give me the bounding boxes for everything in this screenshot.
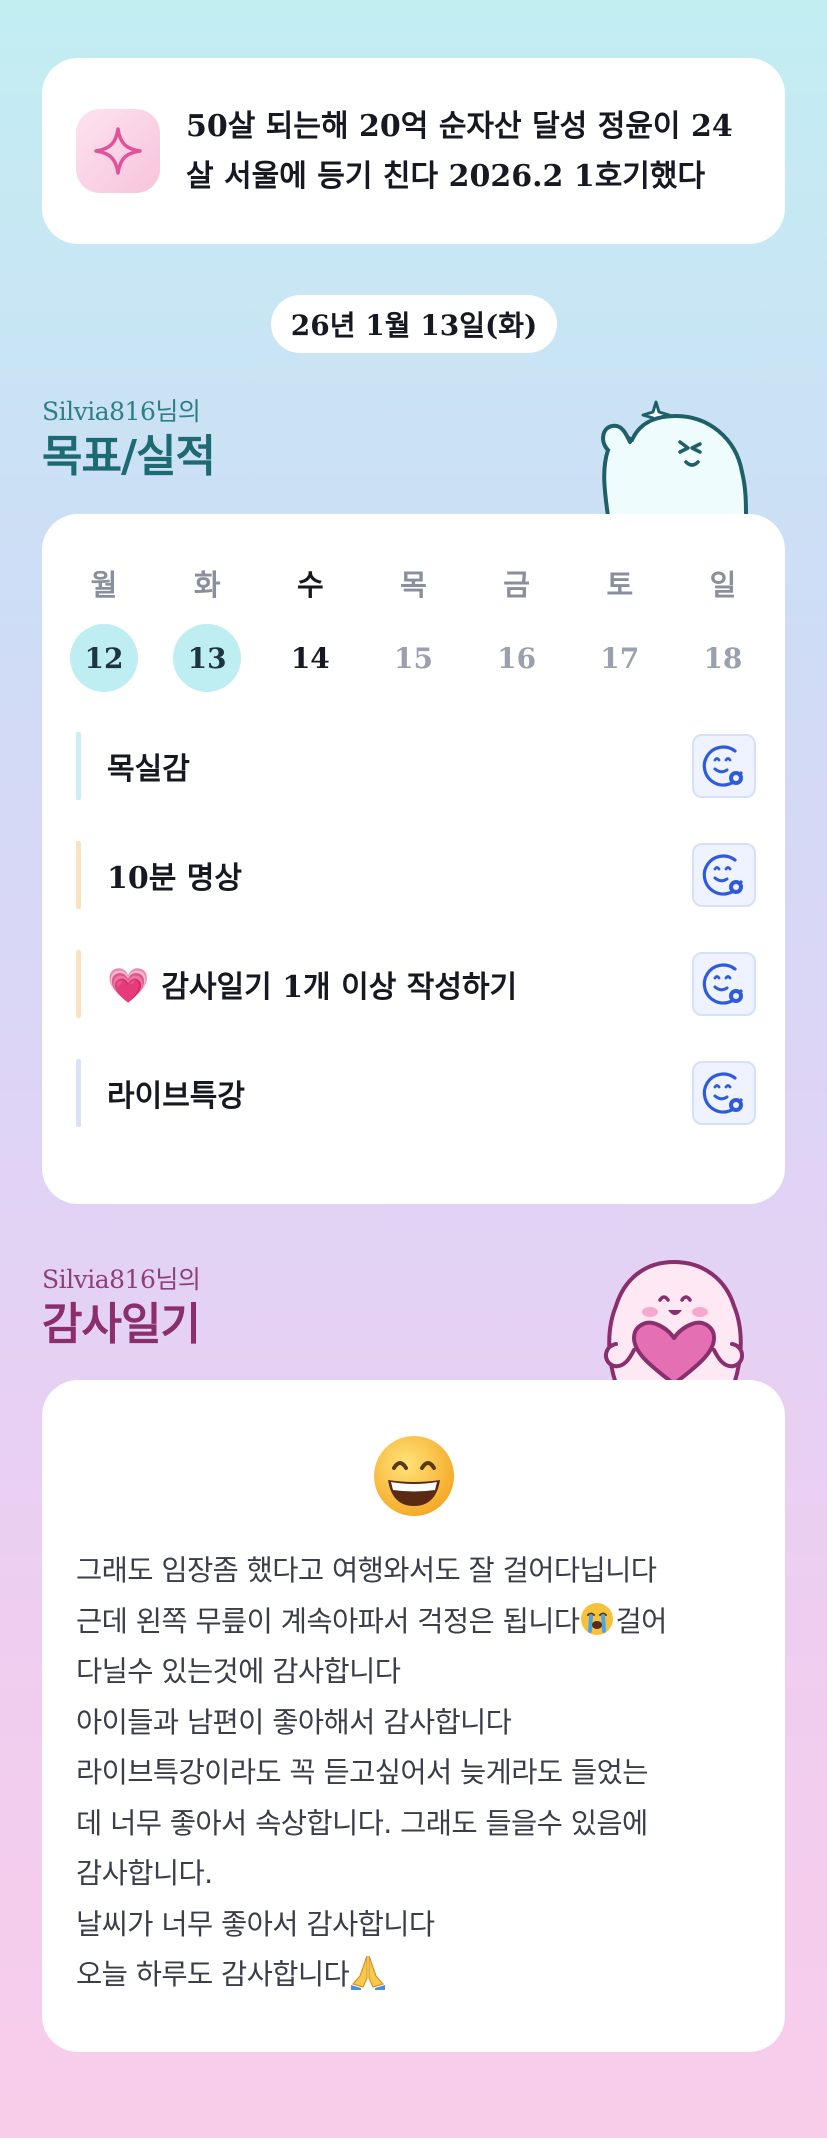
diary-line-row: 오늘 하루도 감사합니다 <box>76 1950 761 2001</box>
weekday-wed: 수 <box>296 568 324 602</box>
task-label-row: 💗 감사일기 1개 이상 작성하기 <box>107 962 692 1006</box>
weekly-goals-card: 월 화 수 목 금 토 일 12 13 14 15 16 17 18 목실감 1… <box>42 514 785 1204</box>
diary-line: 라이브특강이라도 꼭 듣고싶어서 늦게라도 들었는 <box>76 1756 648 1789</box>
goals-section-title: 목표/실적 <box>42 431 216 482</box>
diary-line: 오늘 하루도 감사합니다 <box>76 1958 350 1991</box>
task-label: 목실감 <box>107 752 190 787</box>
diary-line: 그래도 임장좀 했다고 여행와서도 잘 걸어다닙니다 <box>76 1554 657 1587</box>
smiley-add-icon <box>702 854 743 896</box>
task-item: 💗 감사일기 1개 이상 작성하기 <box>76 950 756 1018</box>
task-check-button[interactable] <box>692 734 756 798</box>
task-item: 라이브특강 <box>76 1059 756 1127</box>
date-18[interactable]: 18 <box>689 624 757 692</box>
diary-line: 걸어 <box>615 1604 667 1638</box>
weekday-header-row: 월 화 수 목 금 토 일 <box>70 562 757 604</box>
goal-text: 50살 되는해 20억 순자산 달성 정윤이 24살 서울에 등기 친다 202… <box>186 109 733 194</box>
task-check-button[interactable] <box>692 843 756 907</box>
diary-entry-text: 그래도 임장좀 했다고 여행와서도 잘 걸어다닙니다 근데 왼쪽 무릎이 계속아… <box>76 1546 761 2001</box>
folded-hands-icon <box>351 1955 386 1990</box>
task-label: 감사일기 1개 이상 작성하기 <box>161 970 518 1005</box>
smiley-add-icon <box>702 1072 743 1114</box>
task-color-bar <box>76 950 81 1018</box>
diary-line: 날씨가 너무 좋아서 감사합니다 <box>76 1907 435 1941</box>
date-14-today[interactable]: 14 <box>276 624 344 692</box>
task-item: 목실감 <box>76 732 756 800</box>
diary-section-title: 감사일기 <box>42 1299 201 1350</box>
date-12[interactable]: 12 <box>70 624 138 692</box>
diary-line: 아이들과 남편이 좋아해서 감사합니다 <box>76 1705 512 1739</box>
task-color-bar <box>76 732 81 800</box>
weekday-mon: 월 <box>90 568 118 602</box>
task-color-bar <box>76 841 81 909</box>
weekday-tue: 화 <box>193 568 221 602</box>
mascot-cheer-illustration <box>601 400 748 516</box>
smiley-add-icon <box>702 963 743 1005</box>
weekday-fri: 금 <box>503 568 530 602</box>
mascot-heart-illustration <box>604 1260 744 1384</box>
diary-line: 데 너무 좋아서 속상합니다. 그래도 들을수 있음에 <box>76 1806 648 1840</box>
task-check-button[interactable] <box>692 1061 756 1125</box>
date-pill[interactable]: 26년 1월 13일(화) <box>271 295 557 353</box>
date-15[interactable]: 15 <box>379 624 447 692</box>
date-row: 12 13 14 15 16 17 18 <box>70 624 757 692</box>
grinning-face-icon <box>374 1436 454 1516</box>
sparkle-icon <box>76 109 160 193</box>
gratitude-diary-card[interactable]: 그래도 임장좀 했다고 여행와서도 잘 걸어다닙니다 근데 왼쪽 무릎이 계속아… <box>42 1380 785 2052</box>
smiley-add-icon <box>702 745 743 787</box>
task-color-bar <box>76 1059 81 1127</box>
date-16[interactable]: 16 <box>483 624 551 692</box>
task-label: 라이브특강 <box>107 1079 245 1114</box>
diary-line-row: 근데 왼쪽 무릎이 계속아파서 걱정은 됩니다 걸어 <box>76 1597 761 1648</box>
goal-banner-card[interactable]: 50살 되는해 20억 순자산 달성 정윤이 24살 서울에 등기 친다 202… <box>42 58 785 244</box>
weekday-sun: 일 <box>709 568 737 602</box>
weekday-sat: 토 <box>606 568 634 602</box>
diary-line: 다닐수 있는것에 감사합니다 <box>76 1655 401 1688</box>
pink-heart-icon: 💗 <box>107 966 150 1006</box>
task-item: 10분 명상 <box>76 841 756 909</box>
date-13[interactable]: 13 <box>173 624 242 692</box>
diary-line: 감사합니다. <box>76 1857 213 1890</box>
diary-line: 근데 왼쪽 무릎이 계속아파서 걱정은 됩니다 <box>76 1604 580 1638</box>
weekday-thu: 목 <box>400 568 427 602</box>
date-17[interactable]: 17 <box>586 624 654 692</box>
task-label: 10분 명상 <box>107 861 242 896</box>
loudly-crying-face-icon <box>581 1602 614 1635</box>
task-check-button[interactable] <box>692 952 756 1016</box>
